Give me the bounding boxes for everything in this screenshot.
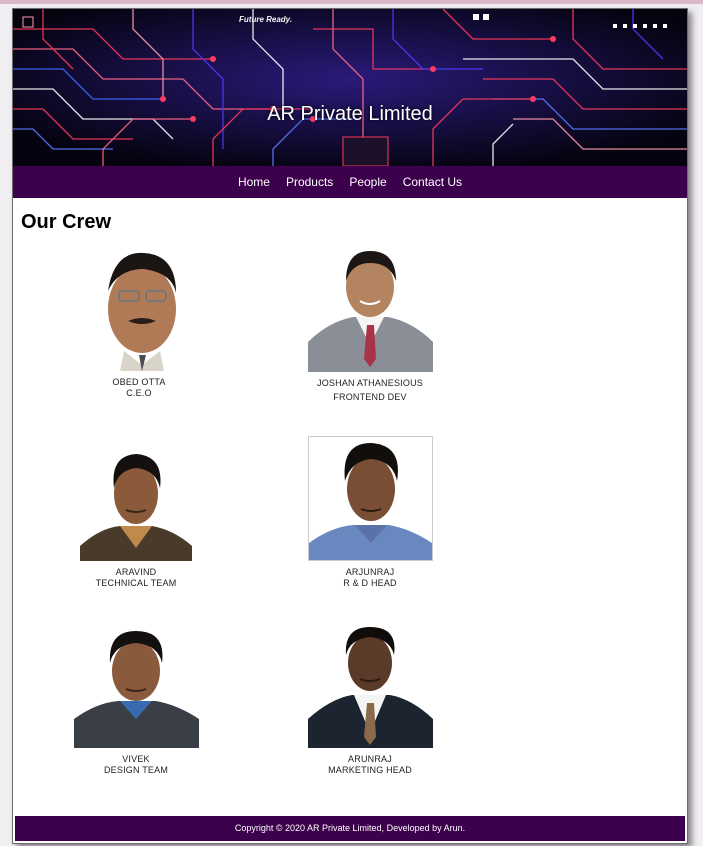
member-role: FRONTEND DEV	[333, 392, 407, 402]
member-role: MARKETING HEAD	[328, 765, 412, 775]
member-photo	[80, 436, 192, 561]
member-name: ARAVIND	[115, 567, 157, 577]
member-photo	[307, 247, 433, 372]
member-name: VIVEK	[122, 754, 150, 764]
footer-copyright: Copyright © 2020 AR Private Limited, Dev…	[15, 816, 685, 841]
member-name: JOSHAN ATHANESIOUS	[317, 378, 423, 388]
crew-member-card: VIVEK DESIGN TEAM	[56, 623, 216, 776]
nav-contact-link[interactable]: Contact Us	[403, 175, 462, 189]
member-role: TECHNICAL TEAM	[95, 578, 177, 588]
page-container: Future Ready. AR Private Limited Home Pr…	[12, 8, 688, 844]
site-title: AR Private Limited	[267, 103, 433, 125]
member-name: ARUNRAJ	[348, 754, 392, 764]
member-role: R & D HEAD	[343, 578, 397, 588]
main-navigation: Home Products People Contact Us	[13, 166, 687, 198]
member-photo	[84, 247, 194, 371]
header-banner: Future Ready. AR Private Limited	[13, 9, 687, 166]
nav-products-link[interactable]: Products	[286, 175, 333, 189]
member-name: OBED OTTA	[112, 377, 166, 387]
banner-tagline: Future Ready.	[239, 15, 293, 24]
nav-home-link[interactable]: Home	[238, 175, 270, 189]
window-top-edge	[0, 0, 703, 4]
member-photo	[307, 623, 433, 748]
member-photo	[307, 436, 433, 561]
member-photo	[73, 623, 199, 748]
crew-member-card: ARJUNRAJ R & D HEAD	[290, 436, 450, 589]
member-name: ARJUNRAJ	[345, 567, 395, 577]
nav-people-link[interactable]: People	[349, 175, 386, 189]
member-role: DESIGN TEAM	[103, 765, 169, 775]
crew-member-card: JOSHAN ATHANESIOUS FRONTEND DEV	[290, 247, 450, 403]
page-title: Our Crew	[21, 211, 112, 233]
circuit-board-background	[13, 9, 687, 166]
crew-member-card: ARAVIND TECHNICAL TEAM	[56, 436, 216, 589]
member-role: C.E.O	[126, 388, 152, 398]
crew-member-card: OBED OTTA C.E.O	[59, 247, 219, 399]
crew-member-card: ARUNRAJ MARKETING HEAD	[290, 623, 450, 776]
